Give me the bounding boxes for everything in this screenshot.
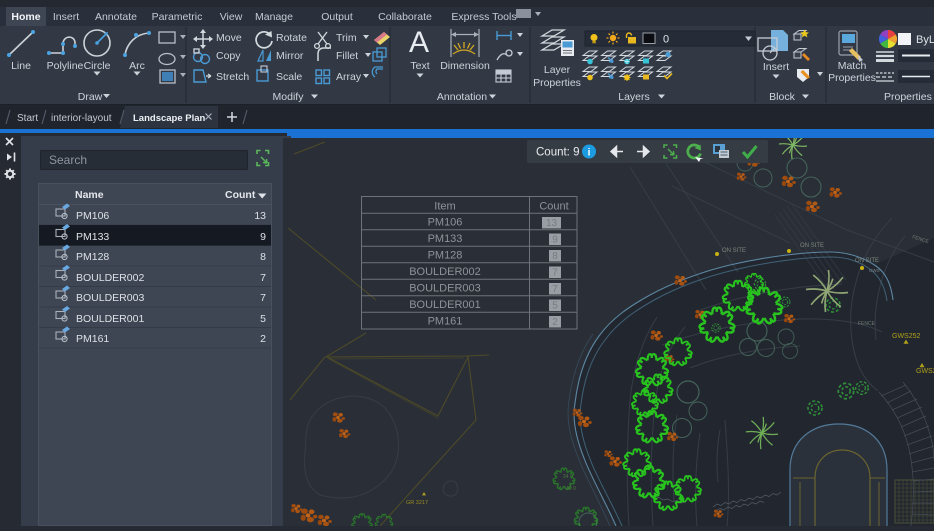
svg-text:A: A xyxy=(409,26,429,59)
svg-text:GWS2: GWS2 xyxy=(916,368,934,375)
svg-text:Annotate: Annotate xyxy=(95,11,137,23)
svg-text:Parametric: Parametric xyxy=(152,11,203,23)
svg-text:Fillet: Fillet xyxy=(336,50,358,62)
svg-text:Trim: Trim xyxy=(336,32,357,44)
svg-text:Array: Array xyxy=(336,71,362,83)
svg-text:PM106: PM106 xyxy=(428,217,463,229)
svg-text:Insert: Insert xyxy=(53,11,79,23)
svg-text:BOULDER002: BOULDER002 xyxy=(76,272,144,284)
svg-text:7: 7 xyxy=(260,292,266,304)
svg-text:ON SITE: ON SITE xyxy=(855,258,879,264)
svg-text:5: 5 xyxy=(552,301,558,312)
svg-text:Properties: Properties xyxy=(884,91,932,103)
svg-text:Layers: Layers xyxy=(618,91,650,103)
svg-text:Count: Count xyxy=(539,201,568,213)
svg-text:Copy: Copy xyxy=(216,50,241,62)
svg-text:40 0: 40 0 xyxy=(566,486,576,492)
svg-text:Polyline: Polyline xyxy=(47,60,84,72)
svg-text:Block: Block xyxy=(769,91,795,103)
svg-text:9: 9 xyxy=(552,235,558,246)
svg-text:Layer: Layer xyxy=(544,64,571,76)
svg-text:Circle: Circle xyxy=(84,60,111,72)
svg-text:Manage: Manage xyxy=(255,11,293,23)
svg-text:2: 2 xyxy=(552,317,558,328)
svg-text:Annotation: Annotation xyxy=(437,91,487,103)
svg-text:8: 8 xyxy=(260,251,266,263)
svg-text:Mirror: Mirror xyxy=(276,50,304,62)
svg-text:9: 9 xyxy=(260,231,266,243)
svg-text:interior-layout: interior-layout xyxy=(51,113,112,124)
svg-text:Count: 9: Count: 9 xyxy=(536,147,579,159)
svg-text:Output: Output xyxy=(321,11,353,23)
svg-text:Start: Start xyxy=(17,113,38,124)
svg-text:PM133: PM133 xyxy=(428,233,463,245)
svg-text:7: 7 xyxy=(260,272,266,284)
svg-text:GWS252: GWS252 xyxy=(892,333,921,340)
svg-text:PM106: PM106 xyxy=(76,210,109,222)
svg-text:Stretch: Stretch xyxy=(216,71,249,83)
svg-text:Rotate: Rotate xyxy=(276,32,307,44)
svg-text:Dimension: Dimension xyxy=(440,60,490,72)
svg-text:Line: Line xyxy=(11,60,31,72)
svg-text:Properties: Properties xyxy=(533,77,581,89)
svg-text:Scale: Scale xyxy=(276,71,302,83)
svg-text:PM161: PM161 xyxy=(76,333,109,345)
svg-text:8: 8 xyxy=(552,251,558,262)
svg-text:Move: Move xyxy=(216,32,242,44)
svg-text:View: View xyxy=(220,11,243,23)
svg-text:Express Tools: Express Tools xyxy=(451,11,516,23)
svg-text:BOULDER002: BOULDER002 xyxy=(409,266,481,278)
svg-text:5: 5 xyxy=(260,313,266,325)
svg-text:Draw: Draw xyxy=(78,91,103,103)
svg-text:PM161: PM161 xyxy=(428,316,463,328)
svg-text:GWS: GWS xyxy=(869,268,880,273)
svg-text:PM128: PM128 xyxy=(76,251,109,263)
svg-text:ON SITE: ON SITE xyxy=(722,248,746,254)
svg-text:BOULDER003: BOULDER003 xyxy=(76,292,144,304)
svg-text:BOULDER001: BOULDER001 xyxy=(409,299,481,311)
svg-text:Home: Home xyxy=(11,11,40,23)
svg-text:2: 2 xyxy=(260,333,266,345)
svg-text:13: 13 xyxy=(546,218,558,229)
svg-text:Arc: Arc xyxy=(129,60,145,72)
svg-text:Match: Match xyxy=(838,60,867,72)
svg-text:7: 7 xyxy=(552,284,558,295)
svg-text:PM128: PM128 xyxy=(428,250,463,262)
svg-text:Item: Item xyxy=(434,201,455,213)
svg-text:13: 13 xyxy=(254,210,266,222)
svg-text:Properties: Properties xyxy=(828,72,876,84)
svg-text:FENCE: FENCE xyxy=(858,321,876,327)
svg-text:Collaborate: Collaborate xyxy=(378,11,432,23)
svg-text:7: 7 xyxy=(552,268,558,279)
svg-text:Landscape Plan: Landscape Plan xyxy=(133,113,206,124)
svg-text:Count: Count xyxy=(225,189,256,201)
svg-text:Modify: Modify xyxy=(273,91,305,103)
svg-text:Text: Text xyxy=(410,60,429,72)
svg-text:GR 3217: GR 3217 xyxy=(406,500,428,506)
svg-text:ByL: ByL xyxy=(916,34,934,46)
svg-text:PM133: PM133 xyxy=(76,231,109,243)
svg-text:0: 0 xyxy=(663,34,669,46)
svg-text:Insert: Insert xyxy=(763,61,789,73)
svg-text:BOULDER003: BOULDER003 xyxy=(409,283,481,295)
svg-text:ON SITE: ON SITE xyxy=(800,243,824,249)
svg-text:Name: Name xyxy=(75,189,104,201)
svg-text:24 0: 24 0 xyxy=(563,474,573,480)
svg-text:i: i xyxy=(588,148,591,159)
svg-text:BOULDER001: BOULDER001 xyxy=(76,313,144,325)
